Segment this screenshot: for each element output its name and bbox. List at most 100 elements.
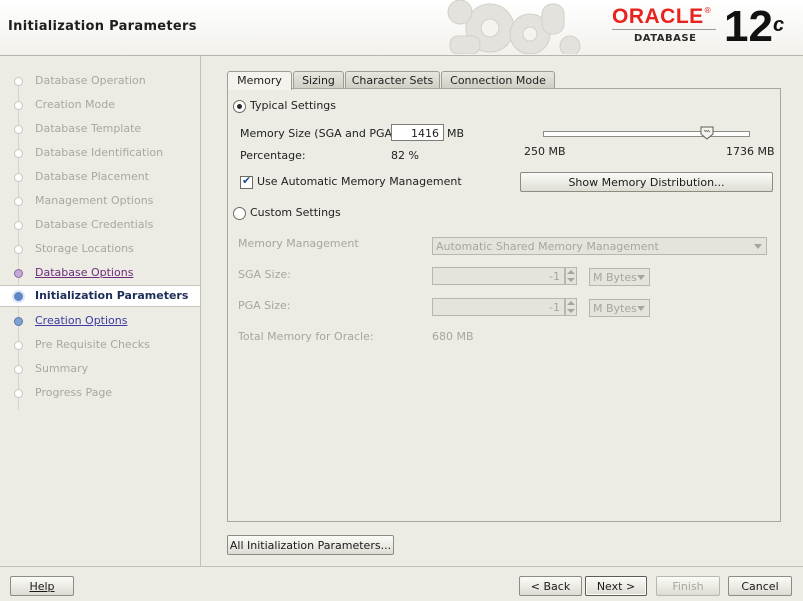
memory-size-label: Memory Size (SGA and PGA):	[240, 127, 400, 140]
step-dot-icon	[14, 389, 23, 398]
step-pre-requisite-checks: Pre Requisite Checks	[0, 334, 200, 356]
step-dot-icon	[14, 245, 23, 254]
step-dot-icon	[14, 317, 23, 326]
step-label[interactable]: Creation Options	[35, 314, 127, 327]
step-summary: Summary	[0, 358, 200, 380]
step-label: Storage Locations	[35, 242, 134, 255]
tab-sizing[interactable]: Sizing	[293, 71, 344, 89]
spinner-down-icon	[567, 309, 575, 313]
tab-character-sets[interactable]: Character Sets	[345, 71, 440, 89]
step-dot-icon	[14, 149, 23, 158]
step-label: Pre Requisite Checks	[35, 338, 150, 351]
step-dot-icon	[14, 125, 23, 134]
step-storage-locations: Storage Locations	[0, 238, 200, 260]
step-creation-options[interactable]: Creation Options	[0, 310, 200, 332]
spinner-up-icon	[567, 301, 575, 305]
oracle-wordmark: ORACLE	[612, 5, 704, 28]
tab-memory[interactable]: Memory	[227, 71, 292, 90]
sga-unit-value: M Bytes	[593, 271, 637, 284]
total-memory-label: Total Memory for Oracle:	[238, 330, 374, 343]
step-label: Progress Page	[35, 386, 113, 399]
step-database-options[interactable]: Database Options	[0, 262, 200, 284]
step-dot-icon	[14, 197, 23, 206]
current-step-icon	[12, 290, 25, 303]
custom-settings-label[interactable]: Custom Settings	[250, 206, 341, 219]
version-mark: 12c	[724, 4, 784, 50]
step-database-template: Database Template	[0, 118, 200, 140]
step-label: Database Placement	[35, 170, 149, 183]
step-label: Database Credentials	[35, 218, 154, 231]
pga-size-input[interactable]: -1	[432, 298, 565, 316]
step-label[interactable]: Database Options	[35, 266, 133, 279]
memory-management-select[interactable]: Automatic Shared Memory Management	[432, 237, 767, 255]
step-dot-icon	[14, 341, 23, 350]
oracle-logo: ORACLE® DATABASE	[612, 6, 720, 48]
memory-slider-track[interactable]	[543, 131, 750, 137]
back-button[interactable]: < Back	[519, 576, 582, 596]
registered-mark: ®	[703, 6, 712, 15]
step-label: Creation Mode	[35, 98, 116, 111]
gears-graphic	[447, 0, 581, 54]
pga-size-spinner[interactable]	[565, 298, 577, 316]
pga-size-label: PGA Size:	[238, 299, 291, 312]
version-number: 12	[724, 2, 773, 51]
memory-management-label: Memory Management	[238, 237, 359, 250]
pga-unit-value: M Bytes	[593, 302, 637, 315]
auto-memory-checkbox[interactable]	[240, 174, 253, 189]
memory-management-value: Automatic Shared Memory Management	[436, 240, 659, 253]
sga-size-spinner[interactable]	[565, 267, 577, 285]
slider-max-label: 1736 MB	[726, 145, 775, 158]
step-label: Database Template	[35, 122, 142, 135]
step-dot-icon	[14, 269, 23, 278]
memory-slider-thumb[interactable]	[700, 126, 714, 140]
chevron-down-icon	[754, 244, 762, 249]
step-database-identification: Database Identification	[0, 142, 200, 164]
step-database-operation: Database Operation	[0, 70, 200, 92]
spinner-up-icon	[567, 270, 575, 274]
help-button[interactable]: Help	[10, 576, 74, 596]
sga-size-input[interactable]: -1	[432, 267, 565, 285]
slider-min-label: 250 MB	[524, 145, 566, 158]
spinner-down-icon	[567, 278, 575, 282]
version-suffix: c	[772, 14, 785, 36]
step-initialization-parameters: Initialization Parameters	[0, 285, 200, 307]
show-memory-distribution-button[interactable]: Show Memory Distribution...	[520, 172, 773, 192]
memory-size-unit: MB	[447, 127, 465, 140]
step-database-placement: Database Placement	[0, 166, 200, 188]
step-label: Management Options	[35, 194, 154, 207]
step-label: Initialization Parameters	[35, 289, 189, 302]
memory-size-input[interactable]: 1416	[391, 124, 444, 141]
auto-memory-label[interactable]: Use Automatic Memory Management	[257, 175, 462, 188]
percentage-value: 82 %	[391, 149, 419, 162]
step-label: Database Operation	[35, 74, 146, 87]
typical-settings-radio[interactable]	[233, 100, 246, 113]
next-button[interactable]: Next >	[585, 576, 647, 596]
step-creation-mode: Creation Mode	[0, 94, 200, 116]
step-dot-icon	[14, 365, 23, 374]
custom-settings-radio[interactable]	[233, 207, 246, 220]
step-management-options: Management Options	[0, 190, 200, 212]
step-label: Summary	[35, 362, 89, 375]
wizard-steps: Database Operation Creation Mode Databas…	[0, 56, 201, 566]
pga-unit-select[interactable]: M Bytes	[589, 299, 650, 317]
percentage-label: Percentage:	[240, 149, 306, 162]
all-initialization-parameters-button[interactable]: All Initialization Parameters...	[227, 535, 394, 555]
step-dot-icon	[14, 77, 23, 86]
sga-size-label: SGA Size:	[238, 268, 291, 281]
step-progress-page: Progress Page	[0, 382, 200, 404]
step-dot-icon	[14, 101, 23, 110]
window-header: Initialization Parameters ORACLE® DATABA…	[0, 0, 803, 56]
total-memory-value: 680 MB	[432, 330, 474, 343]
chevron-down-icon	[637, 275, 645, 280]
tab-connection-mode[interactable]: Connection Mode	[441, 71, 555, 89]
chevron-down-icon	[637, 306, 645, 311]
finish-button[interactable]: Finish	[656, 576, 720, 596]
sga-unit-select[interactable]: M Bytes	[589, 268, 650, 286]
cancel-button[interactable]: Cancel	[728, 576, 792, 596]
step-dot-icon	[14, 173, 23, 182]
typical-settings-label[interactable]: Typical Settings	[250, 99, 336, 112]
footer-divider	[0, 566, 803, 567]
step-label: Database Identification	[35, 146, 164, 159]
help-button-label: Help	[29, 580, 55, 593]
database-wordmark: DATABASE	[634, 33, 697, 44]
